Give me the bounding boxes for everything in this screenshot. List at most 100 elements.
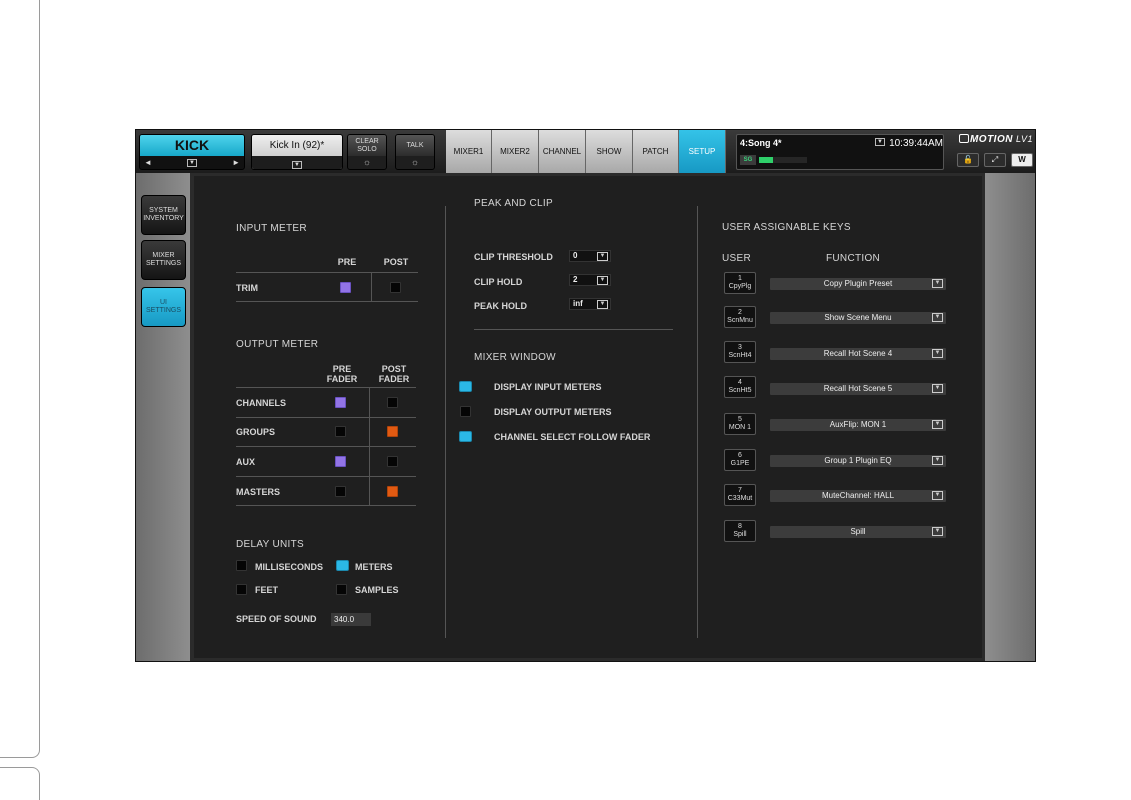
chevron-down-icon[interactable]: ▼ bbox=[932, 527, 943, 536]
tab-channel[interactable]: CHANNEL bbox=[539, 130, 586, 173]
sg-meter bbox=[759, 157, 807, 163]
groups-pre-checkbox[interactable] bbox=[335, 426, 346, 437]
tab-show[interactable]: SHOW bbox=[586, 130, 633, 173]
user-key-2[interactable]: 2 ScnMnu bbox=[724, 306, 756, 328]
speed-of-sound-label: SPEED OF SOUND bbox=[236, 614, 317, 624]
chevron-down-icon[interactable]: ▼ bbox=[875, 138, 885, 146]
chevron-down-icon[interactable]: ▼ bbox=[932, 491, 943, 500]
sg-label: SG bbox=[740, 155, 756, 165]
function-select-3[interactable]: Recall Hot Scene 4 ▼ bbox=[770, 348, 946, 360]
channel-name-selector[interactable]: KICK ◄ ▼ ► bbox=[139, 134, 245, 170]
sidebar-item-mixer-settings[interactable]: MIXER SETTINGS bbox=[141, 240, 186, 280]
aux-post-checkbox[interactable] bbox=[387, 456, 398, 467]
function-select-2[interactable]: Show Scene Menu ▼ bbox=[770, 312, 946, 324]
gear-icon[interactable]: ☼ bbox=[396, 156, 434, 169]
tab-mixer2[interactable]: MIXER2 bbox=[492, 130, 539, 173]
sg-meter-fill bbox=[759, 157, 774, 163]
speed-of-sound-input[interactable]: 340.0 bbox=[331, 613, 371, 626]
chevron-down-icon[interactable]: ▼ bbox=[597, 252, 608, 261]
chevron-down-icon[interactable]: ▼ bbox=[597, 300, 608, 309]
tab-mixer1[interactable]: MIXER1 bbox=[446, 130, 492, 173]
channel-next-icon[interactable]: ► bbox=[232, 158, 240, 167]
right-strip bbox=[985, 173, 1035, 661]
tab-patch[interactable]: PATCH bbox=[633, 130, 679, 173]
chevron-down-icon[interactable]: ▼ bbox=[932, 456, 943, 465]
chevron-down-icon[interactable]: ▼ bbox=[292, 161, 302, 169]
chevron-down-icon[interactable]: ▼ bbox=[932, 349, 943, 358]
function-select-6[interactable]: Group 1 Plugin EQ ▼ bbox=[770, 455, 946, 467]
top-bar: KICK ◄ ▼ ► Kick In (92)* ▼ CLEAR SOLO ☼ … bbox=[136, 130, 1035, 173]
user-key-3[interactable]: 3 ScnHt4 bbox=[724, 341, 756, 363]
masters-post-checkbox[interactable] bbox=[387, 486, 398, 497]
trim-pre-checkbox[interactable] bbox=[340, 282, 351, 293]
peak-clip-title: PEAK AND CLIP bbox=[474, 198, 553, 209]
output-row-label: GROUPS bbox=[236, 427, 276, 437]
peak-hold-label: PEAK HOLD bbox=[474, 301, 528, 311]
user-key-6[interactable]: 6 G1PE bbox=[724, 449, 756, 471]
user-keys-title: USER ASSIGNABLE KEYS bbox=[722, 222, 851, 233]
chevron-down-icon[interactable]: ▼ bbox=[932, 384, 943, 393]
column-divider bbox=[697, 206, 698, 638]
peak-hold-value: inf bbox=[573, 299, 583, 308]
ui-settings-panel: INPUT METER PRE POST TRIM OUTPUT METER P… bbox=[194, 176, 982, 658]
groups-post-checkbox[interactable] bbox=[387, 426, 398, 437]
sidebar-item-ui-settings[interactable]: UI SETTINGS bbox=[141, 287, 186, 327]
milliseconds-radio[interactable] bbox=[236, 560, 247, 571]
user-key-7[interactable]: 7 C33Mut bbox=[724, 484, 756, 506]
chevron-down-icon[interactable]: ▼ bbox=[932, 313, 943, 322]
brand-logo: MOTION LV1 bbox=[951, 134, 1033, 148]
song-panel[interactable]: 4:Song 4* ▼ 10:39:44AM SG bbox=[736, 134, 944, 170]
output-post-header: POST FADER bbox=[378, 364, 410, 384]
page-corner-mark bbox=[0, 767, 40, 800]
user-key-4[interactable]: 4 ScnHt5 bbox=[724, 376, 756, 398]
talk-button[interactable]: TALK ☼ bbox=[395, 134, 435, 170]
channels-pre-checkbox[interactable] bbox=[335, 397, 346, 408]
function-select-5[interactable]: AuxFlip: MON 1 ▼ bbox=[770, 419, 946, 431]
trim-post-checkbox[interactable] bbox=[390, 282, 401, 293]
clear-solo-button[interactable]: CLEAR SOLO ☼ bbox=[347, 134, 387, 170]
sidebar: SYSTEM INVENTORY MIXER SETTINGS UI SETTI… bbox=[136, 173, 190, 661]
chevron-down-icon[interactable]: ▼ bbox=[932, 279, 943, 288]
function-column-header: FUNCTION bbox=[826, 253, 881, 264]
gear-icon[interactable]: ☼ bbox=[348, 156, 386, 169]
lock-icon[interactable]: 🔓 bbox=[957, 153, 979, 167]
column-divider bbox=[445, 206, 446, 638]
sidebar-item-system-inventory[interactable]: SYSTEM INVENTORY bbox=[141, 195, 186, 235]
display-input-meters-label: DISPLAY INPUT METERS bbox=[494, 382, 602, 392]
display-output-meters-checkbox[interactable] bbox=[460, 406, 471, 417]
aux-pre-checkbox[interactable] bbox=[335, 456, 346, 467]
display-input-meters-checkbox[interactable] bbox=[459, 381, 472, 392]
clip-hold-select[interactable]: 2 ▼ bbox=[569, 274, 611, 286]
user-key-8[interactable]: 8 Spill bbox=[724, 520, 756, 542]
channel-select-follow-fader-label: CHANNEL SELECT FOLLOW FADER bbox=[494, 432, 651, 442]
channel-prev-icon[interactable]: ◄ bbox=[144, 158, 152, 167]
input-pre-header: PRE bbox=[337, 257, 357, 267]
peak-hold-select[interactable]: inf ▼ bbox=[569, 298, 611, 310]
expand-icon[interactable]: ⤢ bbox=[984, 153, 1006, 167]
output-row-label: CHANNELS bbox=[236, 398, 287, 408]
meters-radio[interactable] bbox=[336, 560, 349, 571]
clip-threshold-select[interactable]: 0 ▼ bbox=[569, 250, 611, 262]
chevron-down-icon[interactable]: ▼ bbox=[597, 276, 608, 285]
user-key-1[interactable]: 1 CpyPlg bbox=[724, 272, 756, 294]
channel-select-follow-fader-checkbox[interactable] bbox=[459, 431, 472, 442]
function-select-4[interactable]: Recall Hot Scene 5 ▼ bbox=[770, 383, 946, 395]
output-row-label: AUX bbox=[236, 457, 256, 467]
waves-logo-icon[interactable]: W bbox=[1011, 153, 1033, 167]
tab-setup[interactable]: SETUP bbox=[679, 130, 726, 173]
masters-pre-checkbox[interactable] bbox=[335, 486, 346, 497]
chevron-down-icon[interactable]: ▼ bbox=[932, 420, 943, 429]
feet-radio[interactable] bbox=[236, 584, 247, 595]
function-select-7[interactable]: MuteChannel: HALL ▼ bbox=[770, 490, 946, 502]
user-key-5[interactable]: 5 MON 1 bbox=[724, 413, 756, 435]
channels-post-checkbox[interactable] bbox=[387, 397, 398, 408]
mixer-window-title: MIXER WINDOW bbox=[474, 352, 556, 363]
function-select-1[interactable]: Copy Plugin Preset ▼ bbox=[770, 278, 946, 290]
scene-selector[interactable]: Kick In (92)* ▼ bbox=[251, 134, 343, 170]
samples-radio[interactable] bbox=[336, 584, 347, 595]
function-select-8[interactable]: Spill ▼ bbox=[770, 526, 946, 538]
samples-label: SAMPLES bbox=[355, 585, 399, 595]
channel-name: KICK bbox=[140, 135, 244, 156]
delay-units-title: DELAY UNITS bbox=[236, 539, 304, 550]
chevron-down-icon[interactable]: ▼ bbox=[187, 158, 197, 167]
